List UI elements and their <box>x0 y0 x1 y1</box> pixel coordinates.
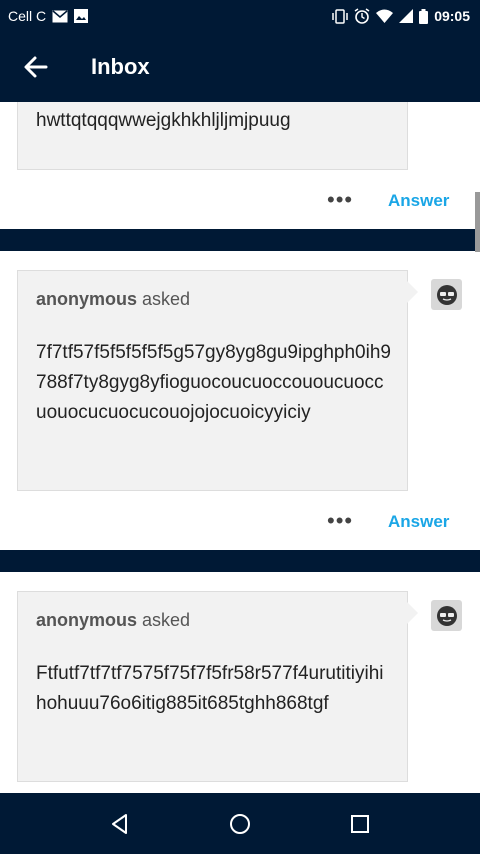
app-bar: Inbox <box>0 32 480 102</box>
section-divider <box>0 229 480 251</box>
page-title: Inbox <box>91 54 150 79</box>
recents-nav-icon[interactable] <box>347 811 373 837</box>
anonymous-avatar-icon[interactable] <box>431 600 462 631</box>
asker-name[interactable]: anonymous <box>36 289 137 309</box>
clock-time: 09:05 <box>434 8 470 24</box>
asker-line: anonymous asked <box>36 610 190 631</box>
status-bar: Cell C 09:05 <box>0 0 480 32</box>
asked-label: asked <box>142 610 191 630</box>
card-tail <box>407 602 418 624</box>
answer-button[interactable]: Answer <box>388 191 449 211</box>
more-options-icon[interactable]: ••• <box>327 187 353 213</box>
back-nav-icon[interactable] <box>107 811 133 837</box>
question-text: hwttqtqqqwwejgkhkhljljmjpuug <box>36 110 291 131</box>
question-text: 7f7tf57f5f5f5f5f5g57gy8yg8gu9ipghph0ih97… <box>36 342 391 423</box>
asker-name[interactable]: anonymous <box>36 610 137 630</box>
anonymous-avatar-icon[interactable] <box>431 279 462 310</box>
back-arrow-icon[interactable] <box>22 54 50 80</box>
more-options-icon[interactable]: ••• <box>327 508 353 534</box>
asked-label: asked <box>142 289 191 309</box>
question-card: anonymous asked 7f7tf57f5f5f5f5f5g57gy8y… <box>17 270 418 491</box>
section-divider <box>0 550 480 572</box>
question-text: Ftfutf7tf7tf7575f75f7f5fr58r577f4urutiti… <box>36 663 384 714</box>
wifi-icon <box>376 9 394 23</box>
card-tail <box>407 281 418 303</box>
signal-icon <box>399 9 414 23</box>
question-card: anonymous asked Ftfutf7tf7tf7575f75f7f5f… <box>17 591 418 782</box>
question-card: hwttqtqqqwwejgkhkhljljmjpuug <box>17 102 408 170</box>
image-icon <box>74 9 89 23</box>
carrier-label: Cell C <box>8 8 47 24</box>
battery-icon <box>419 8 429 24</box>
alarm-icon <box>354 8 370 24</box>
answer-button[interactable]: Answer <box>388 512 449 532</box>
system-nav-bar <box>0 793 480 854</box>
asker-line: anonymous asked <box>36 289 190 310</box>
vibrate-icon <box>332 8 348 24</box>
home-nav-icon[interactable] <box>227 811 253 837</box>
scrollbar[interactable] <box>475 192 480 252</box>
mail-icon <box>52 9 68 23</box>
inbox-list[interactable]: hwttqtqqqwwejgkhkhljljmjpuug ••• Answer … <box>0 102 480 793</box>
